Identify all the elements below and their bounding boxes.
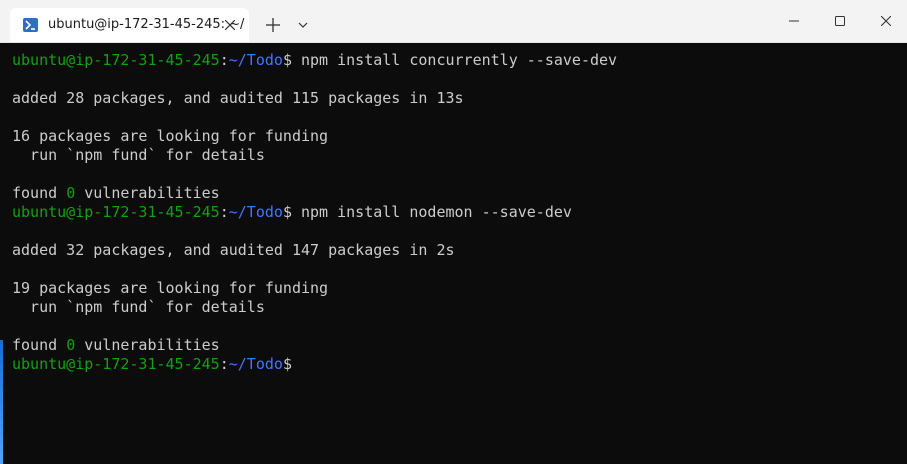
output-text: vulnerabilities	[75, 184, 220, 202]
prompt-dollar: $	[282, 51, 292, 69]
powershell-icon	[23, 18, 38, 32]
output-line: added 32 packages, and audited 147 packa…	[12, 241, 455, 259]
output-line: run `npm fund` for details	[12, 298, 265, 316]
vulnerability-count: 0	[66, 336, 76, 354]
desktop-background-edge	[0, 340, 3, 464]
command-line: ubuntu@ip-172-31-45-245:~/Todo$ npm inst…	[12, 51, 617, 70]
terminal-tab[interactable]: ubuntu@ip-172-31-45-245: ~/	[10, 8, 249, 42]
new-tab-plus-icon[interactable]	[262, 14, 284, 36]
minimize-button[interactable]	[771, 0, 817, 42]
output-line: found 0 vulnerabilities	[12, 336, 220, 355]
output-line: 16 packages are looking for funding	[12, 127, 329, 145]
command-text: npm install concurrently --save-dev	[291, 51, 618, 69]
close-icon	[881, 16, 891, 26]
prompt-separator: :	[219, 51, 229, 69]
output-text: vulnerabilities	[75, 336, 220, 354]
chevron-down-icon[interactable]	[293, 14, 313, 36]
prompt-user-host: ubuntu@ip-172-31-45-245	[12, 203, 220, 221]
prompt-dollar: $	[282, 203, 292, 221]
tab-close-icon[interactable]	[220, 15, 240, 35]
maximize-icon	[835, 16, 845, 26]
minimize-icon	[789, 20, 799, 22]
prompt-dollar: $	[282, 355, 292, 373]
title-bar: ubuntu@ip-172-31-45-245: ~/	[0, 0, 907, 43]
tab-title: ubuntu@ip-172-31-45-245: ~/	[48, 17, 245, 32]
close-window-button[interactable]	[863, 0, 907, 42]
command-line: ubuntu@ip-172-31-45-245:~/Todo$ npm inst…	[12, 203, 572, 222]
terminal-output[interactable]: ubuntu@ip-172-31-45-245:~/Todo$ npm inst…	[0, 43, 907, 464]
maximize-button[interactable]	[817, 0, 863, 42]
output-line: added 28 packages, and audited 115 packa…	[12, 89, 464, 107]
command-text: npm install nodemon --save-dev	[291, 203, 572, 221]
prompt-path: ~/Todo	[228, 355, 283, 373]
prompt-user-host: ubuntu@ip-172-31-45-245	[12, 51, 220, 69]
output-line: found 0 vulnerabilities	[12, 184, 220, 203]
output-text: found	[12, 336, 67, 354]
prompt-separator: :	[219, 203, 229, 221]
prompt-path: ~/Todo	[228, 203, 283, 221]
vulnerability-count: 0	[66, 184, 76, 202]
output-line: run `npm fund` for details	[12, 146, 265, 164]
current-prompt[interactable]: ubuntu@ip-172-31-45-245:~/Todo$	[12, 355, 292, 374]
prompt-path: ~/Todo	[228, 51, 283, 69]
output-text: found	[12, 184, 67, 202]
prompt-separator: :	[219, 355, 229, 373]
output-line: 19 packages are looking for funding	[12, 279, 329, 297]
prompt-user-host: ubuntu@ip-172-31-45-245	[12, 355, 220, 373]
